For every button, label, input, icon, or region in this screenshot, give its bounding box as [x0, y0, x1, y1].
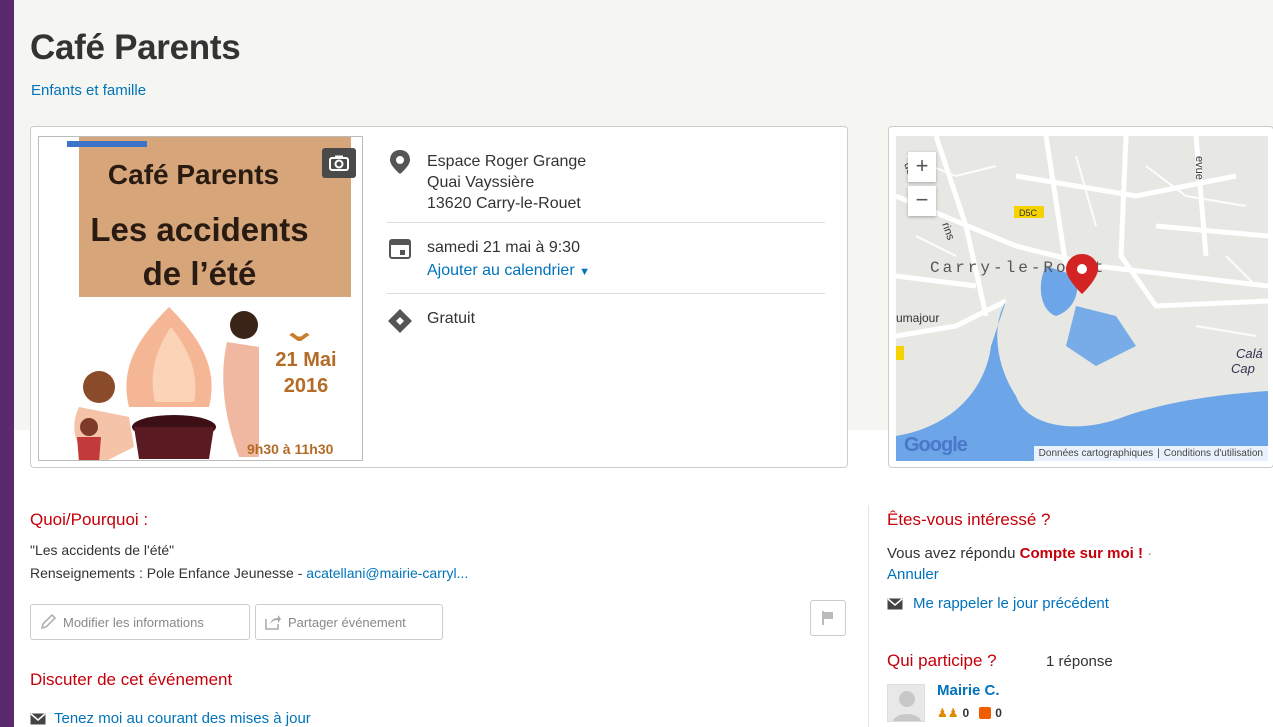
- map-attribution: Données cartographiques | Conditions d'u…: [1033, 446, 1268, 461]
- discuss-title: Discuter de cet événement: [30, 670, 233, 689]
- chevron-down-icon: ⌄: [280, 312, 319, 348]
- envelope-icon: [30, 712, 46, 724]
- poster-title: Café Parents: [107, 159, 280, 190]
- rsvp-status: Vous avez répondu Compte sur moi ! ·: [887, 545, 1153, 562]
- poster-illustration: [74, 307, 259, 460]
- zoom-in-button[interactable]: +: [908, 152, 936, 182]
- pencil-icon: [40, 613, 57, 630]
- user-silhouette-icon: [892, 691, 922, 721]
- reviews-count: 0: [979, 706, 1002, 720]
- avatar[interactable]: [887, 684, 925, 722]
- event-details: Espace Roger Grange Quai Vayssière 13620…: [387, 143, 825, 333]
- camera-icon[interactable]: [322, 148, 356, 178]
- venue-name: Espace Roger Grange: [427, 153, 587, 170]
- edit-info-button[interactable]: Modifier les informations: [30, 604, 250, 640]
- map-widget: D5C Carry-le-Rouet umajour Calá Cap evue…: [888, 126, 1273, 468]
- poster-subtitle-1: Les accidents: [90, 211, 309, 248]
- poster-date: 21 Mai 2016: [275, 349, 337, 397]
- event-poster[interactable]: Café Parents Les accidents de l’été ⌄ 21…: [38, 136, 363, 461]
- event-date: samedi 21 mai à 9:30 Ajouter au calendri…: [387, 231, 825, 285]
- event-price: Gratuit: [387, 302, 825, 333]
- event-card: Café Parents Les accidents de l’été ⌄ 21…: [30, 126, 848, 468]
- map-road-label: D5C: [1019, 208, 1038, 218]
- page-title: Café Parents: [30, 28, 241, 67]
- contact-email-link[interactable]: acatellani@mairie-carryl...: [306, 565, 468, 581]
- flag-icon: [822, 611, 833, 625]
- interest-title: Êtes-vous intéressé ?: [887, 510, 1051, 529]
- friends-count: ♟♟ 0: [937, 706, 970, 720]
- report-flag-button[interactable]: [810, 600, 846, 636]
- event-date-text: samedi 21 mai à 9:30: [427, 239, 580, 256]
- map-terms-link[interactable]: Conditions d'utilisation: [1164, 448, 1263, 459]
- ticket-icon: [388, 309, 412, 333]
- city-address: 13620 Carry-le-Rouet: [427, 195, 581, 212]
- attendee-name[interactable]: Mairie C.: [937, 682, 1000, 699]
- notify-updates-link[interactable]: Tenez moi au courant des mises à jour: [30, 710, 311, 727]
- add-to-calendar-link[interactable]: Ajouter au calendrier ▼: [427, 258, 825, 285]
- attendees-count: 1 réponse: [1046, 653, 1113, 670]
- zoom-out-button[interactable]: −: [908, 186, 936, 216]
- share-icon: [265, 615, 281, 630]
- map-place-label: Calá: [1236, 346, 1263, 361]
- poster-stripe: [67, 141, 147, 147]
- category-link[interactable]: Enfants et famille: [31, 82, 146, 99]
- poster-subtitle-2: de l’été: [142, 255, 257, 292]
- map-marker-icon: [390, 150, 410, 174]
- about-description: "Les accidents de l'été": [30, 542, 175, 558]
- review-star-icon: [979, 707, 992, 719]
- price-text: Gratuit: [427, 310, 476, 327]
- google-logo: Google: [904, 434, 968, 456]
- map-place-label: umajour: [896, 311, 939, 325]
- divider: [387, 293, 825, 294]
- friends-icon: ♟♟: [937, 706, 959, 720]
- cancel-rsvp-link[interactable]: Annuler: [887, 566, 939, 583]
- map-place-label: Cap: [1231, 361, 1255, 376]
- remind-me-link[interactable]: Me rappeler le jour précédent: [887, 595, 1109, 612]
- event-address: Espace Roger Grange Quai Vayssière 13620…: [387, 143, 825, 214]
- attendees-title: Qui participe ?: [887, 651, 997, 670]
- column-divider: [868, 505, 869, 727]
- rsvp-answer: Compte sur moi !: [1019, 545, 1143, 562]
- about-contact: Renseignements : Pole Enfance Jeunesse -…: [30, 565, 469, 581]
- map-place-label: evue: [1193, 156, 1205, 180]
- about-title: Quoi/Pourquoi :: [30, 510, 149, 529]
- poster-time: 9h30 à 11h30: [247, 441, 334, 457]
- calendar-icon: [389, 239, 411, 259]
- map-canvas[interactable]: D5C Carry-le-Rouet umajour Calá Cap evue…: [896, 136, 1268, 461]
- caret-down-icon: ▼: [579, 266, 590, 278]
- attendee-stats: ♟♟ 0 0: [937, 706, 1002, 720]
- map-graphic: D5C Carry-le-Rouet umajour Calá Cap evue…: [896, 136, 1268, 461]
- event-page: Café Parents Enfants et famille Café Par…: [14, 0, 1273, 727]
- share-event-button[interactable]: Partager événement: [255, 604, 443, 640]
- divider: [387, 222, 825, 223]
- street-address: Quai Vayssière: [427, 174, 535, 191]
- map-data-link[interactable]: Données cartographiques: [1039, 448, 1154, 459]
- envelope-icon: [887, 597, 903, 609]
